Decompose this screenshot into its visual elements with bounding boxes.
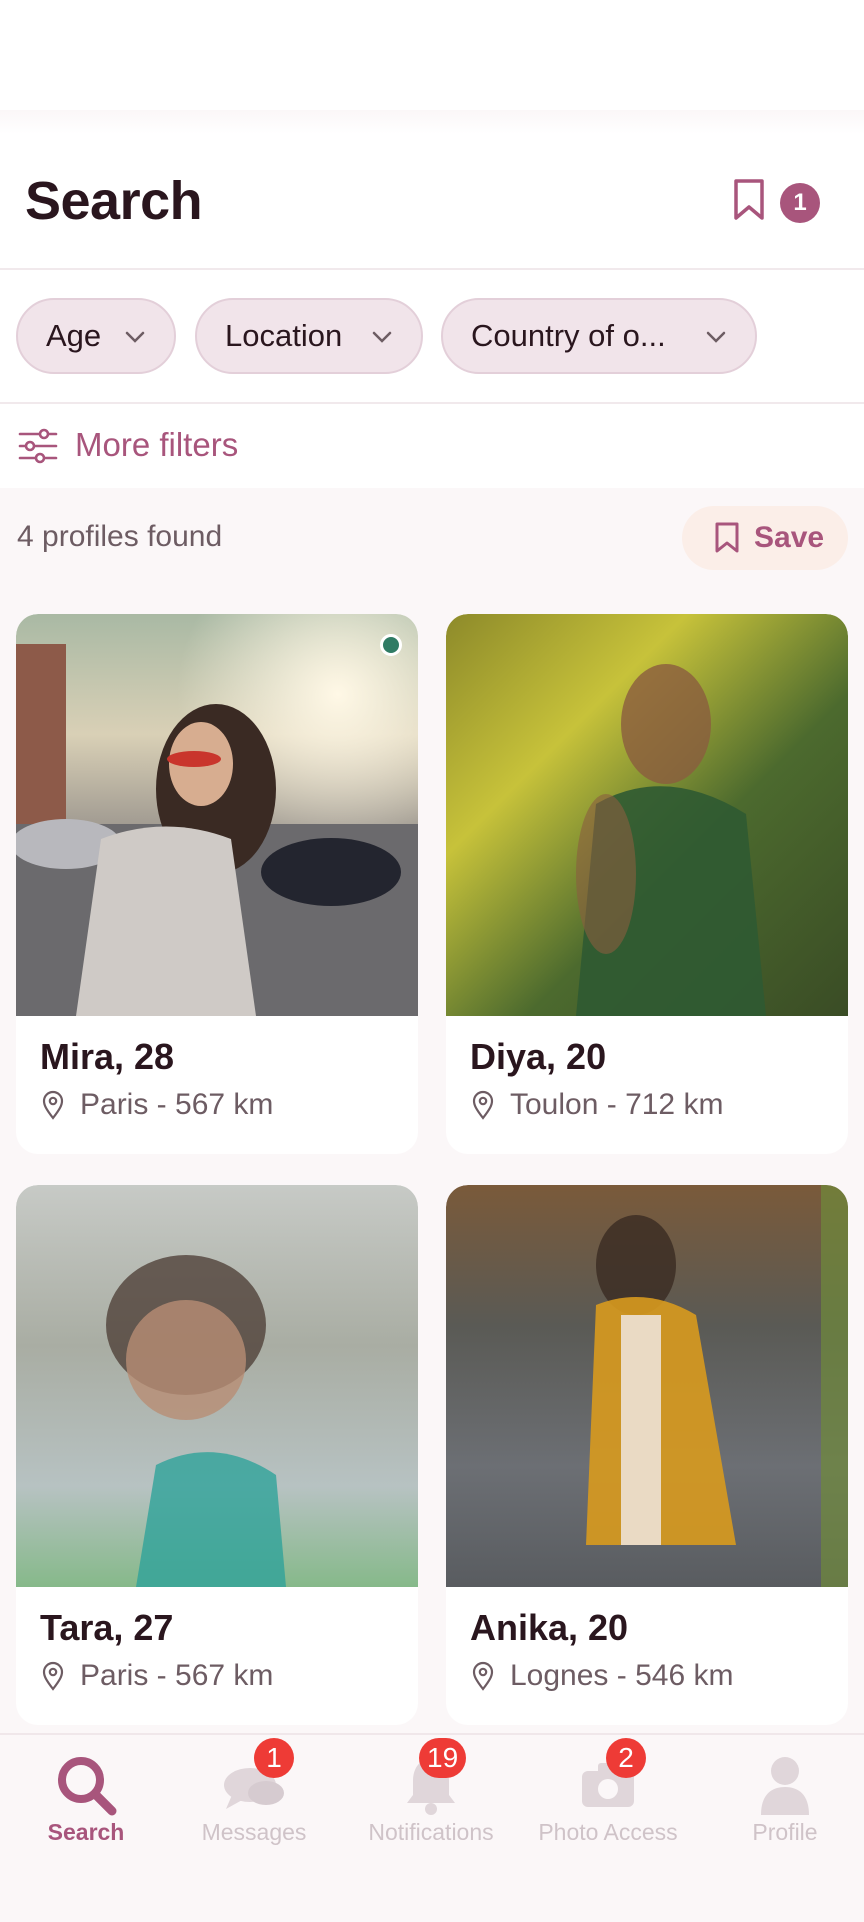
bookmark-icon: [715, 522, 739, 553]
profile-name: Mira, 28: [40, 1036, 175, 1077]
filter-chip-label: Age: [46, 318, 102, 353]
tab-search[interactable]: Search: [0, 1735, 172, 1875]
profile-name: Anika, 20: [470, 1607, 629, 1648]
status-divider: [0, 110, 864, 134]
chevron-down-icon: [372, 331, 392, 343]
saved-searches-icon[interactable]: [732, 178, 766, 222]
results-count: 4 profiles found: [17, 520, 223, 553]
profile-photo: [16, 1185, 418, 1587]
header: Search 1: [0, 134, 864, 270]
status-bar-area: [0, 0, 864, 110]
profile-location: Lognes - 546 km: [510, 1659, 734, 1692]
more-filters-button[interactable]: More filters: [0, 404, 864, 488]
save-label: Save: [754, 521, 825, 554]
profile-card[interactable]: Tara, 27 Paris - 567 km: [16, 1185, 418, 1725]
photo-scene: [106, 1255, 286, 1587]
photo-scene: [586, 1185, 848, 1587]
chevron-down-icon: [125, 331, 145, 343]
messages-badge: 1: [254, 1738, 294, 1778]
filter-chips-row: Age Location Country of o...: [0, 270, 864, 404]
profile-photo: [16, 614, 418, 1016]
profile-location: Toulon - 712 km: [510, 1088, 724, 1121]
photo-scene: [576, 664, 766, 1016]
filter-chip-label: Location: [225, 318, 343, 353]
profile-location: Paris - 567 km: [80, 1659, 274, 1692]
saved-count-badge[interactable]: 1: [780, 183, 820, 223]
location-pin-icon: [42, 1090, 64, 1120]
tab-photo-access[interactable]: 2 Photo Access: [522, 1735, 694, 1875]
profile-card[interactable]: Anika, 20 Lognes - 546 km: [446, 1185, 848, 1725]
more-filters-label: More filters: [75, 426, 239, 463]
chevron-down-icon: [706, 331, 726, 343]
photo-scene: [16, 614, 418, 1016]
tab-label: Photo Access: [538, 1819, 678, 1845]
filter-chip-label: Country of o...: [471, 318, 666, 353]
profile-photo: [446, 1185, 848, 1587]
tab-profile[interactable]: Profile: [699, 1735, 864, 1875]
tab-label: Notifications: [368, 1819, 494, 1845]
filter-chip-age[interactable]: Age: [16, 298, 176, 374]
bottom-tab-bar: Search 1 Messages 19 Notifications 2 Pho…: [0, 1733, 864, 1922]
filter-chip-country-of-origin[interactable]: Country of o...: [441, 298, 757, 374]
sliders-icon: [18, 428, 58, 464]
profile-location: Paris - 567 km: [80, 1088, 274, 1121]
online-status-dot: [380, 634, 402, 656]
profile-photo: [446, 614, 848, 1016]
person-icon: [761, 1757, 809, 1815]
location-pin-icon: [472, 1090, 494, 1120]
profile-name: Diya, 20: [470, 1036, 607, 1077]
profile-card[interactable]: Diya, 20 Toulon - 712 km: [446, 614, 848, 1154]
tab-label: Messages: [201, 1819, 307, 1845]
tab-notifications[interactable]: 19 Notifications: [345, 1735, 517, 1875]
profile-name: Tara, 27: [40, 1607, 174, 1648]
page-title: Search: [25, 171, 203, 231]
tab-label: Profile: [752, 1819, 818, 1845]
profile-card[interactable]: Mira, 28 Paris - 567 km: [16, 614, 418, 1154]
photo-access-badge: 2: [606, 1738, 646, 1778]
location-pin-icon: [472, 1661, 494, 1691]
save-search-button[interactable]: Save: [682, 506, 848, 570]
location-pin-icon: [42, 1661, 64, 1691]
notifications-badge: 19: [419, 1738, 467, 1778]
search-icon: [58, 1757, 117, 1816]
filter-chip-location[interactable]: Location: [195, 298, 423, 374]
tab-label: Search: [47, 1819, 125, 1845]
results-area: 4 profiles found Save Mira, 28 Paris - 5…: [0, 488, 864, 1733]
tab-messages[interactable]: 1 Messages: [168, 1735, 340, 1875]
